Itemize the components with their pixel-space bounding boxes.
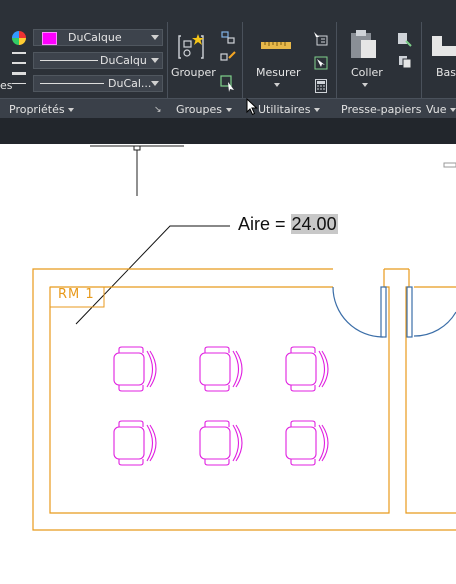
room-tag: RM 1 xyxy=(58,287,95,302)
chevron-down-icon xyxy=(68,108,74,112)
ruler-icon[interactable] xyxy=(261,38,291,50)
panel-label-groupes[interactable]: Groupes xyxy=(176,103,222,116)
linetype-dropdown[interactable]: DuCalqu xyxy=(33,52,163,69)
linetype-value: DuCalqu xyxy=(100,54,147,67)
paste-icon[interactable] xyxy=(349,28,379,60)
drawing-canvas[interactable] xyxy=(0,118,456,584)
mesurer-button[interactable]: Mesurer xyxy=(256,66,301,79)
select-all-icon[interactable] xyxy=(313,55,329,71)
left-clipped-label: es xyxy=(0,79,13,92)
chevron-down-icon xyxy=(314,108,320,112)
quick-select-icon[interactable] xyxy=(313,31,329,47)
linetype-icon[interactable] xyxy=(12,52,26,64)
lineweight-icon[interactable] xyxy=(12,72,26,84)
lineweight-value: DuCal... xyxy=(108,77,152,90)
panel-label-vue[interactable]: Vue xyxy=(426,103,447,116)
coller-button[interactable]: Coller xyxy=(351,66,383,79)
area-value: 24.00 xyxy=(290,214,338,234)
grouper-icon[interactable] xyxy=(178,32,206,62)
grouper-button[interactable]: Grouper xyxy=(171,66,216,79)
chevron-down-icon xyxy=(226,108,232,112)
group-tools-icons[interactable] xyxy=(218,30,238,94)
color-swatch xyxy=(42,32,57,45)
panel-label-presse-papiers[interactable]: Presse-papiers xyxy=(341,103,421,116)
panel-label-utilitaires[interactable]: Utilitaires xyxy=(258,103,310,116)
chevron-down-icon xyxy=(151,58,159,63)
mouse-cursor-icon xyxy=(246,97,258,116)
linetype-sample-line xyxy=(40,60,98,61)
panel-label-proprietes[interactable]: Propriétés xyxy=(9,103,65,116)
lineweight-sample-line xyxy=(40,83,104,84)
dialog-launcher-icon[interactable]: ↘ xyxy=(154,104,162,115)
color-wheel-icon[interactable] xyxy=(12,31,26,45)
base-icon[interactable] xyxy=(432,34,456,58)
chevron-down-icon xyxy=(274,83,280,87)
chevron-down-icon xyxy=(151,35,159,40)
copy-icon[interactable] xyxy=(398,55,412,69)
chevron-down-icon xyxy=(362,83,368,87)
chevron-down-icon xyxy=(450,108,456,112)
lineweight-dropdown[interactable]: DuCal... xyxy=(33,75,163,92)
area-label-text: Aire = xyxy=(238,214,291,234)
color-dropdown[interactable]: DuCalque xyxy=(33,29,163,46)
color-value: DuCalque xyxy=(68,31,122,44)
viewport-control[interactable] xyxy=(443,162,456,168)
base-button[interactable]: Base xyxy=(436,66,456,79)
chevron-down-icon xyxy=(151,81,159,86)
copy-clip-icon[interactable] xyxy=(396,31,412,47)
area-annotation[interactable]: Aire = 24.00 xyxy=(238,214,338,235)
calculator-icon[interactable] xyxy=(315,79,327,93)
